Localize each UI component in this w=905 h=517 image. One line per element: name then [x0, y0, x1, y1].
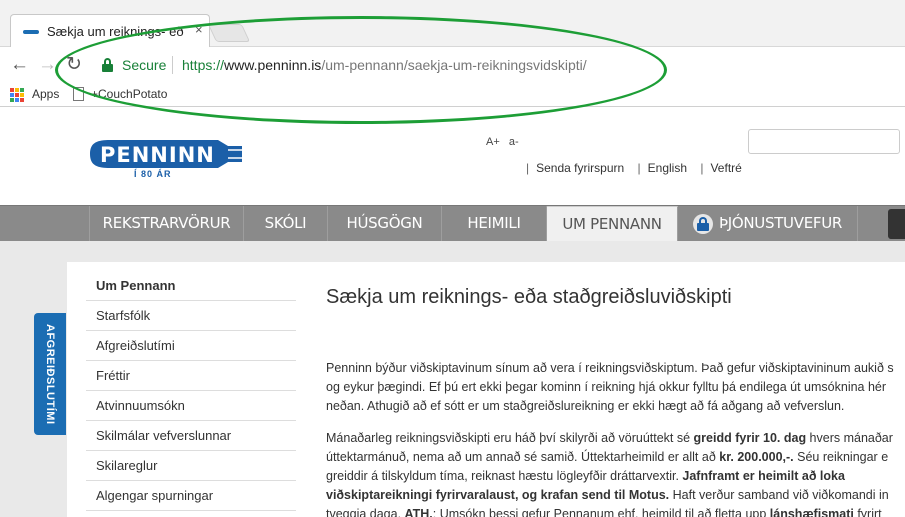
apps-grid-dot [15, 98, 19, 102]
font-size-controls: A+ a- [486, 136, 525, 148]
nav-thjonustuvefur-label: ÞJÓNUSTUVEFUR [718, 214, 843, 232]
tab-title: Sækja um reiknings- eð [47, 24, 184, 39]
link-veftre[interactable]: Veftré [710, 161, 741, 175]
apps-grid-icon[interactable] [10, 88, 24, 102]
opening-hours-tab[interactable]: AFGREIÐSLUTÍMI [34, 313, 66, 435]
new-tab-button[interactable] [207, 24, 251, 42]
favicon-icon [23, 30, 39, 34]
link-english[interactable]: English [648, 161, 687, 175]
sidebar-item-skilmalar[interactable]: Skilmálar vefverslunnar [86, 421, 296, 451]
nav-skoli[interactable]: SKÓLI [244, 206, 328, 241]
link-senda-fyrirspurn[interactable]: Senda fyrirspurn [536, 161, 624, 175]
sidebar-item-skilareglur[interactable]: Skilareglur [86, 451, 296, 481]
nav-um-pennann[interactable]: UM PENNANN [547, 206, 678, 241]
apps-grid-dot [20, 93, 24, 97]
forward-button[interactable]: → [38, 53, 57, 77]
browser-toolbar: ← → ↻ Secure https://www.penninn.is/um-p… [0, 47, 905, 83]
apps-grid-dot [20, 88, 24, 92]
sidebar-item-afgreidslutimi[interactable]: Afgreiðslutími [86, 331, 296, 361]
main-nav: REKSTRARVÖRUR SKÓLI HÚSGÖGN HEIMILI UM P… [0, 205, 905, 241]
nav-extra-button[interactable] [888, 209, 905, 239]
url-text[interactable]: https://www.penninn.is/um-pennann/saekja… [182, 57, 587, 73]
apps-grid-dot [10, 88, 14, 92]
nav-heimili[interactable]: HEIMILI [442, 206, 547, 241]
sidebar-item-um-pennann[interactable]: Um Pennann [86, 271, 296, 301]
nav-thjonustuvefur[interactable]: ÞJÓNUSTUVEFUR [678, 206, 858, 241]
apps-grid-dot [15, 88, 19, 92]
font-increase-button[interactable]: A+ [486, 136, 500, 148]
back-button[interactable]: ← [10, 53, 29, 77]
sidebar-item-starfsfolk[interactable]: Starfsfólk [86, 301, 296, 331]
logo-tagline: Í 80 ÁR [134, 169, 172, 179]
tab-close-icon[interactable]: × [195, 23, 203, 36]
reload-button[interactable]: ↻ [66, 53, 82, 77]
secure-label: Secure [122, 57, 167, 73]
browser-tab[interactable]: Sækja um reiknings- eð × [10, 14, 210, 48]
bookmark-apps[interactable]: Apps [32, 87, 59, 101]
sidebar-item-frettir[interactable]: Fréttir [86, 361, 296, 391]
font-decrease-button[interactable]: a- [509, 136, 519, 148]
bookmark-couchpotato[interactable]: +CouchPotato [91, 87, 167, 101]
sidebar-item-atvinnuumsokn[interactable]: Atvinnuumsókn [86, 391, 296, 421]
page-title: Sækja um reiknings- eða staðgreiðsluviðs… [326, 286, 732, 308]
penninn-logo[interactable]: PENNINN [86, 136, 246, 172]
apps-grid-dot [20, 98, 24, 102]
lock-icon[interactable] [102, 58, 113, 72]
opening-hours-tab-label: AFGREIÐSLUTÍMI [44, 323, 56, 425]
nav-rekstrarvorur[interactable]: REKSTRARVÖRUR [89, 206, 244, 241]
sidebar-item-algengar-spurningar[interactable]: Algengar spurningar [86, 481, 296, 511]
nav-husgogn[interactable]: HÚSGÖGN [328, 206, 442, 241]
apps-grid-dot [10, 98, 14, 102]
svg-text:PENNINN: PENNINN [100, 143, 215, 167]
bookmarks-bar: Apps +CouchPotato [0, 83, 905, 107]
header-links: | Senda fyrirspurn | English | Veftré [526, 161, 742, 175]
site-search-input[interactable] [748, 129, 900, 154]
intro-paragraph: Penninn býður viðskiptavinum sínum að ve… [326, 361, 894, 413]
page-icon [73, 87, 84, 101]
address-bar[interactable]: Secure https://www.penninn.is/um-pennann… [92, 52, 905, 80]
omnibox-divider [172, 56, 173, 74]
sidebar-menu: Um Pennann Starfsfólk Afgreiðslutími Fré… [86, 271, 296, 511]
apps-grid-dot [15, 93, 19, 97]
browser-tabstrip: Sækja um reiknings- eð × [0, 0, 905, 48]
lock-icon [692, 213, 713, 234]
terms-paragraph: Mánaðarleg reikningsviðskipti eru háð þv… [326, 431, 893, 517]
apps-grid-dot [10, 93, 14, 97]
